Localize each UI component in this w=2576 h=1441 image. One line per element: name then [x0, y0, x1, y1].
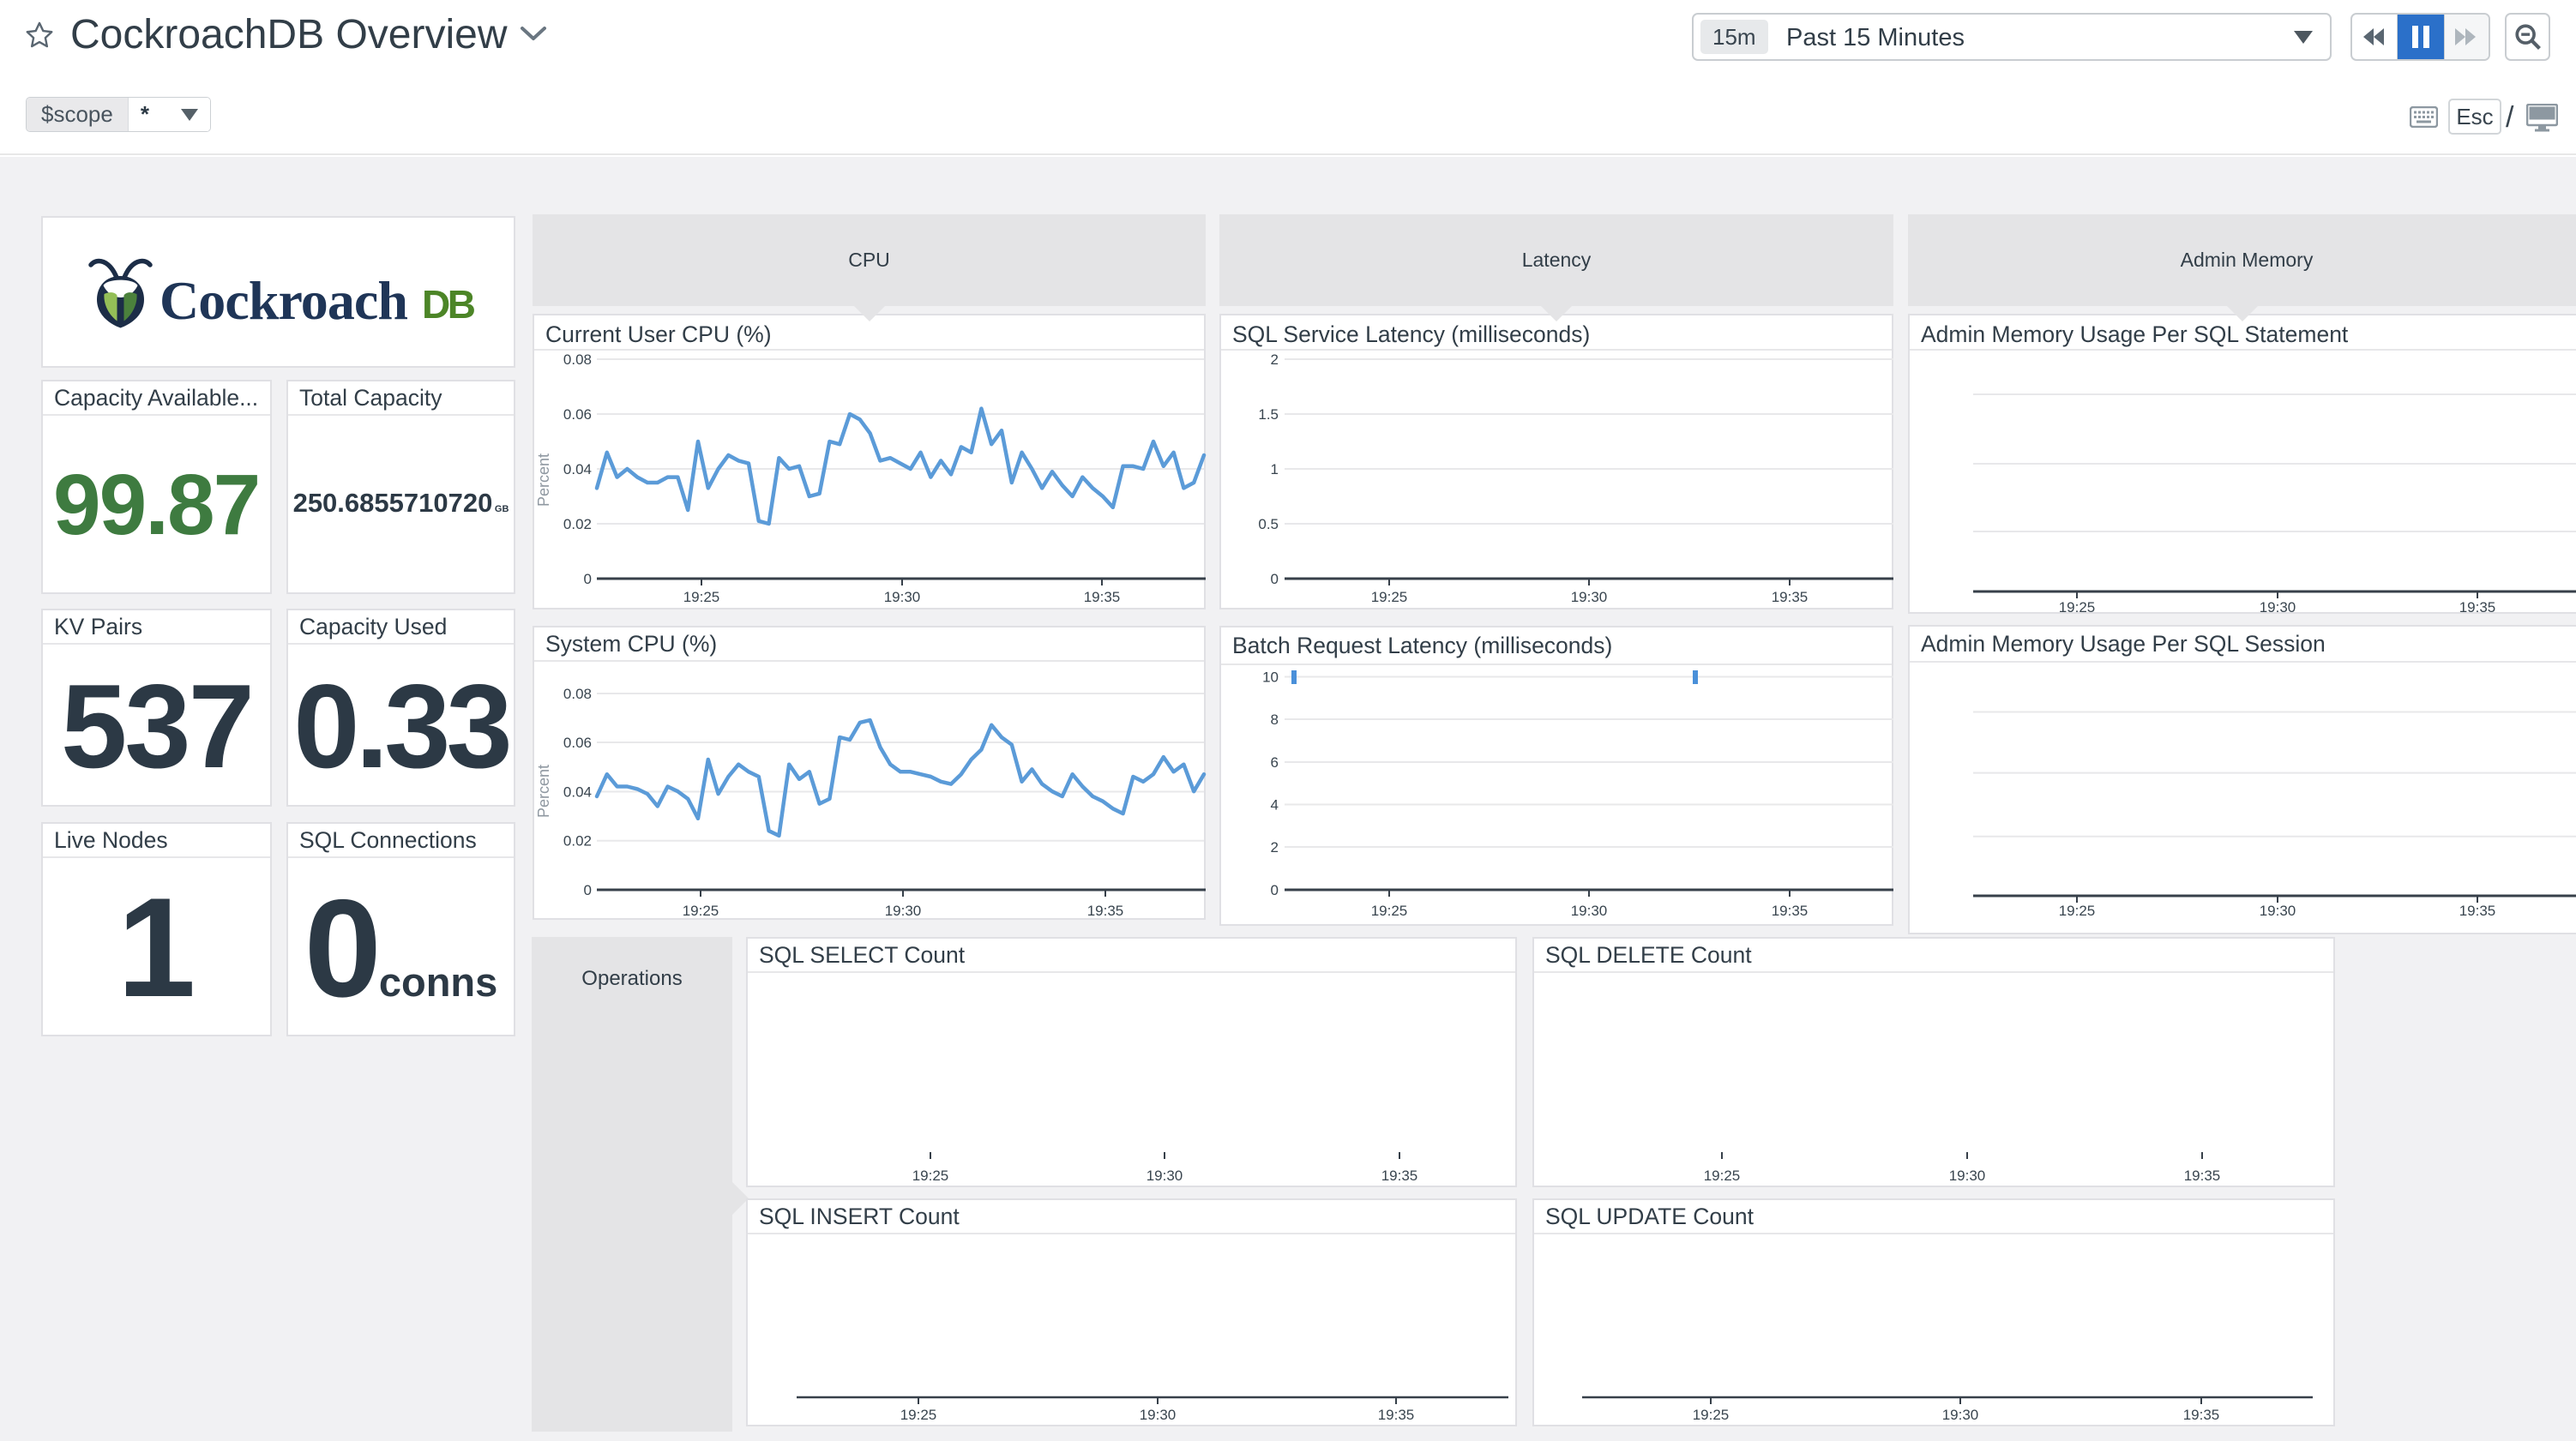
svg-text:2: 2 [1271, 351, 1279, 368]
svg-text:0.08: 0.08 [563, 351, 592, 368]
svg-text:Percent: Percent [535, 765, 552, 818]
svg-text:19:25: 19:25 [912, 1168, 949, 1184]
svg-text:0: 0 [584, 571, 592, 587]
svg-text:19:35: 19:35 [2459, 903, 2496, 919]
svg-text:0: 0 [584, 882, 592, 898]
svg-text:19:35: 19:35 [2459, 599, 2496, 615]
svg-text:19:25: 19:25 [1371, 589, 1408, 605]
svg-text:0.02: 0.02 [563, 833, 592, 850]
svg-text:19:35: 19:35 [1378, 1407, 1415, 1423]
svg-text:19:35: 19:35 [1772, 589, 1809, 605]
svg-text:19:30: 19:30 [2260, 599, 2296, 615]
svg-text:DB: DB [422, 282, 476, 327]
svg-text:19:25: 19:25 [2059, 903, 2096, 919]
svg-text:19:25: 19:25 [1371, 903, 1408, 919]
svg-text:19:35: 19:35 [1772, 903, 1809, 919]
svg-text:Cockroach: Cockroach [159, 270, 408, 331]
svg-text:19:25: 19:25 [1704, 1168, 1741, 1184]
svg-text:0.08: 0.08 [563, 686, 592, 702]
svg-text:19:25: 19:25 [900, 1407, 937, 1423]
svg-text:19:25: 19:25 [1693, 1407, 1730, 1423]
svg-text:19:35: 19:35 [1084, 589, 1121, 605]
svg-text:19:25: 19:25 [683, 589, 720, 605]
svg-text:0.5: 0.5 [1258, 516, 1279, 532]
svg-text:19:25: 19:25 [2059, 599, 2096, 615]
svg-text:19:35: 19:35 [2183, 1407, 2220, 1423]
svg-text:Percent: Percent [535, 453, 552, 507]
svg-text:6: 6 [1271, 754, 1279, 771]
svg-text:0: 0 [1271, 882, 1279, 898]
svg-text:19:30: 19:30 [1147, 1168, 1183, 1184]
svg-text:19:25: 19:25 [683, 903, 719, 919]
svg-text:4: 4 [1271, 797, 1279, 814]
svg-text:19:30: 19:30 [1942, 1407, 1979, 1423]
svg-text:19:30: 19:30 [885, 903, 922, 919]
svg-text:19:30: 19:30 [884, 589, 921, 605]
svg-text:2: 2 [1271, 839, 1279, 856]
svg-text:0.02: 0.02 [563, 516, 592, 532]
svg-text:19:30: 19:30 [1140, 1407, 1177, 1423]
svg-text:19:35: 19:35 [1087, 903, 1124, 919]
svg-text:8: 8 [1271, 711, 1279, 728]
svg-text:0.06: 0.06 [563, 735, 592, 751]
svg-text:1.5: 1.5 [1258, 406, 1279, 423]
svg-text:10: 10 [1262, 669, 1279, 686]
svg-text:19:35: 19:35 [2184, 1168, 2221, 1184]
svg-text:19:30: 19:30 [1571, 589, 1608, 605]
svg-text:19:30: 19:30 [2260, 903, 2296, 919]
svg-text:19:30: 19:30 [1571, 903, 1608, 919]
svg-text:0.04: 0.04 [563, 784, 592, 801]
svg-text:0.06: 0.06 [563, 406, 592, 423]
svg-text:1: 1 [1271, 461, 1279, 477]
svg-text:0.04: 0.04 [563, 461, 592, 477]
svg-text:19:30: 19:30 [1949, 1168, 1986, 1184]
svg-text:0: 0 [1271, 571, 1279, 587]
svg-text:19:35: 19:35 [1381, 1168, 1418, 1184]
